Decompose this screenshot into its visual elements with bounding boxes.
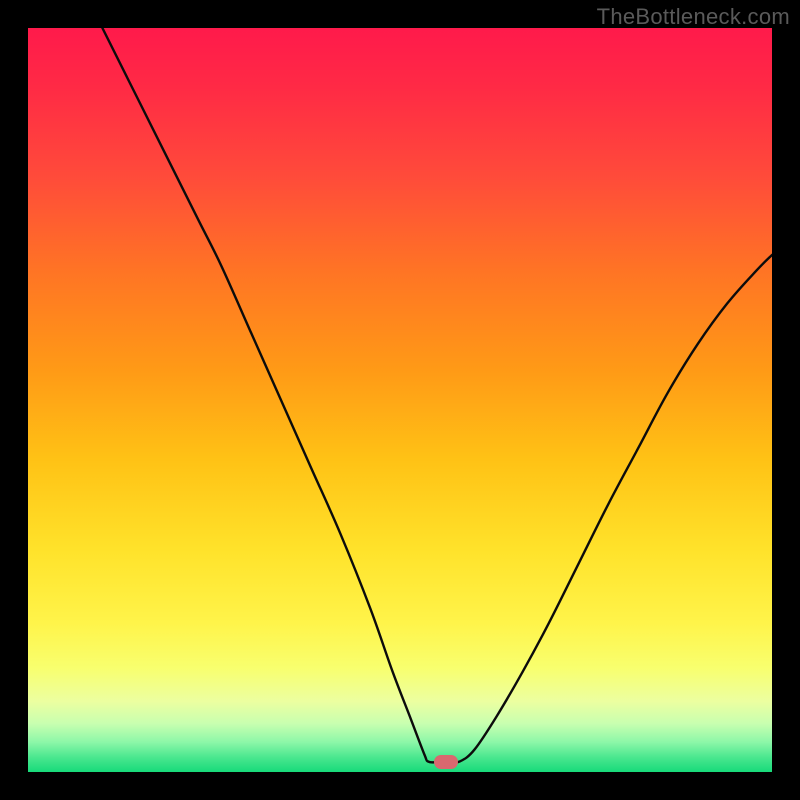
curve-path [102,28,772,763]
watermark-text: TheBottleneck.com [597,4,790,30]
plot-area [28,28,772,772]
bottleneck-curve [28,28,772,772]
chart-frame: TheBottleneck.com [0,0,800,800]
optimal-marker [434,755,458,769]
